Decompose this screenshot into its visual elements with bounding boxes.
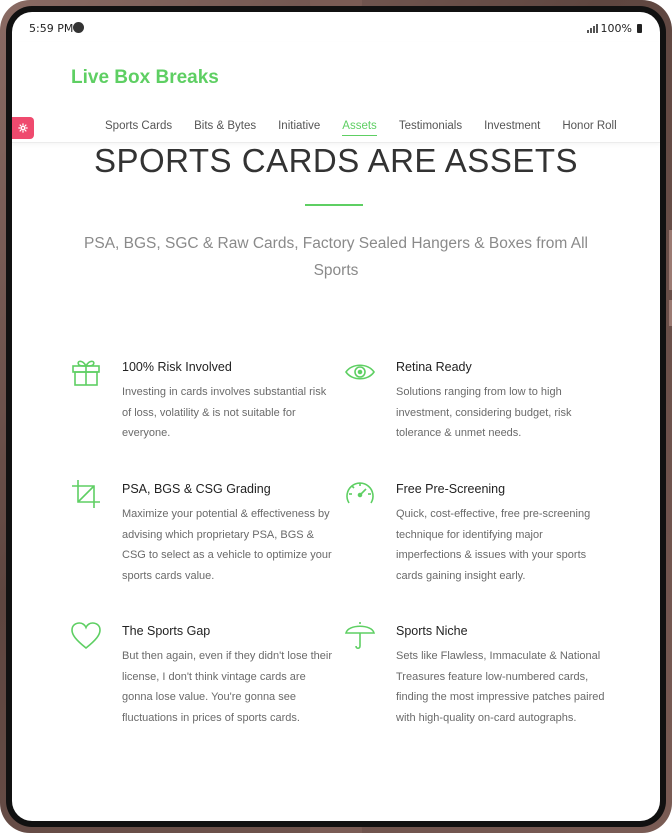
spotify-icon: [73, 22, 84, 33]
feature-title: Sports Niche: [396, 624, 468, 638]
feature-title: PSA, BGS & CSG Grading: [122, 482, 271, 496]
page-subtitle: PSA, BGS, SGC & Raw Cards, Factory Seale…: [84, 235, 588, 279]
feature-grading: PSA, BGS & CSG Grading Maximize your pot…: [72, 480, 332, 586]
status-time: 5:59 PM: [29, 22, 74, 35]
settings-gear-button[interactable]: [12, 117, 34, 139]
feature-description: Quick, cost-effective, free pre-screenin…: [396, 508, 591, 582]
nav-initiative[interactable]: Initiative: [278, 120, 320, 136]
feature-title: 100% Risk Involved: [122, 360, 232, 374]
feature-sports-gap: The Sports Gap But then again, even if t…: [71, 622, 333, 728]
feature-description: Sets like Flawless, Immaculate & Nationa…: [396, 650, 605, 724]
feature-description: Solutions ranging from low to high inves…: [396, 386, 572, 439]
nav-bits-bytes[interactable]: Bits & Bytes: [194, 120, 256, 136]
screen: 5:59 PM 100% Live Box Breaks Sports Card…: [12, 12, 660, 821]
nav-assets[interactable]: Assets: [342, 120, 377, 136]
title-divider: [305, 204, 363, 206]
page-title: SPORTS CARDS ARE ASSETS: [93, 142, 579, 179]
status-right: 100%: [586, 22, 642, 35]
feature-description: But then again, even if they didn't lose…: [122, 650, 333, 724]
speedometer-icon: [346, 482, 374, 504]
feature-risk: 100% Risk Involved Investing in cards in…: [72, 360, 332, 444]
gift-icon: [72, 360, 100, 386]
eye-icon: [345, 364, 375, 380]
nav-sports-cards[interactable]: Sports Cards: [105, 120, 172, 136]
feature-title: Free Pre-Screening: [396, 482, 506, 496]
feature-description: Investing in cards involves substantial …: [122, 386, 327, 439]
crop-icon: [72, 480, 100, 508]
nav-testimonials[interactable]: Testimonials: [399, 120, 462, 136]
signal-icon: [586, 24, 598, 33]
feature-description: Maximize your potential & effectiveness …: [122, 508, 332, 582]
status-bar: 5:59 PM 100%: [12, 12, 660, 42]
main-nav: Sports Cards Bits & Bytes Initiative Ass…: [105, 120, 639, 136]
battery-percent: 100%: [600, 22, 632, 35]
heart-icon: [71, 622, 101, 650]
feature-prescreening: Free Pre-Screening Quick, cost-effective…: [346, 482, 606, 586]
nav-honor-roll[interactable]: Honor Roll: [562, 120, 616, 136]
feature-sports-niche: Sports Niche Sets like Flawless, Immacul…: [345, 622, 606, 728]
battery-icon: [637, 24, 642, 33]
feature-title: The Sports Gap: [122, 624, 211, 638]
gear-icon: [18, 123, 28, 133]
site-logo[interactable]: Live Box Breaks: [71, 67, 219, 89]
umbrella-icon: [345, 622, 375, 650]
device-frame: 5:59 PM 100% Live Box Breaks Sports Card…: [0, 0, 672, 833]
nav-investment[interactable]: Investment: [484, 120, 540, 136]
site-header: Live Box Breaks Sports Cards Bits & Byte…: [12, 42, 660, 143]
feature-title: Retina Ready: [396, 360, 472, 374]
feature-retina: Retina Ready Solutions ranging from low …: [345, 360, 606, 444]
